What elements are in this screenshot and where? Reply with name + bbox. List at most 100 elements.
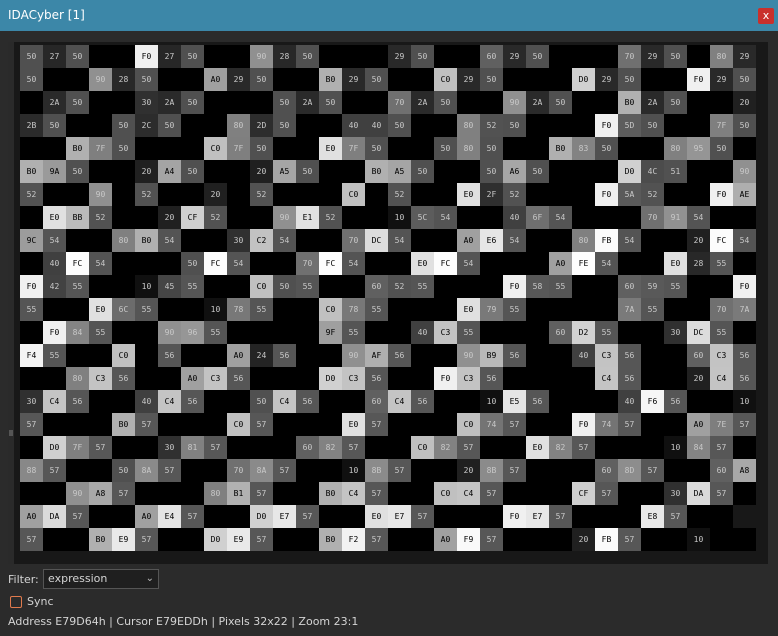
byte-cell[interactable]: C0 bbox=[342, 183, 365, 206]
byte-cell[interactable]: A0 bbox=[227, 344, 250, 367]
byte-cell[interactable]: E8 bbox=[641, 505, 664, 528]
byte-cell[interactable]: F4 bbox=[20, 344, 43, 367]
byte-cell[interactable] bbox=[112, 206, 135, 229]
byte-cell[interactable] bbox=[204, 344, 227, 367]
byte-cell[interactable]: 57 bbox=[618, 528, 641, 551]
byte-cell[interactable] bbox=[526, 183, 549, 206]
byte-cell[interactable]: 55 bbox=[89, 321, 112, 344]
byte-cell[interactable]: E0 bbox=[43, 206, 66, 229]
byte-cell[interactable] bbox=[227, 321, 250, 344]
byte-cell[interactable]: 40 bbox=[572, 344, 595, 367]
byte-cell[interactable]: B0 bbox=[135, 229, 158, 252]
byte-cell[interactable] bbox=[618, 505, 641, 528]
byte-cell[interactable]: 28 bbox=[687, 252, 710, 275]
byte-cell[interactable]: 55 bbox=[457, 321, 480, 344]
byte-cell[interactable] bbox=[572, 160, 595, 183]
byte-cell[interactable]: A4 bbox=[158, 160, 181, 183]
byte-cell[interactable] bbox=[204, 413, 227, 436]
byte-cell[interactable] bbox=[66, 298, 89, 321]
byte-cell[interactable] bbox=[296, 344, 319, 367]
byte-cell[interactable]: A0 bbox=[135, 505, 158, 528]
byte-cell[interactable]: F0 bbox=[595, 114, 618, 137]
byte-cell[interactable]: 54 bbox=[89, 252, 112, 275]
byte-cell[interactable]: 52 bbox=[250, 183, 273, 206]
byte-cell[interactable]: 52 bbox=[388, 183, 411, 206]
byte-cell[interactable]: 56 bbox=[158, 344, 181, 367]
byte-cell[interactable]: 20 bbox=[687, 367, 710, 390]
byte-cell[interactable]: 57 bbox=[20, 528, 43, 551]
byte-cell[interactable] bbox=[135, 206, 158, 229]
byte-cell[interactable]: B1 bbox=[227, 482, 250, 505]
byte-cell[interactable] bbox=[20, 436, 43, 459]
byte-cell[interactable]: C4 bbox=[158, 390, 181, 413]
byte-cell[interactable] bbox=[365, 252, 388, 275]
byte-cell[interactable]: 29 bbox=[342, 68, 365, 91]
byte-cell[interactable] bbox=[89, 413, 112, 436]
byte-cell[interactable]: 57 bbox=[411, 505, 434, 528]
byte-cell[interactable]: 57 bbox=[480, 482, 503, 505]
byte-cell[interactable] bbox=[181, 137, 204, 160]
byte-cell[interactable] bbox=[572, 390, 595, 413]
byte-cell[interactable] bbox=[20, 367, 43, 390]
byte-cell[interactable] bbox=[158, 298, 181, 321]
byte-cell[interactable] bbox=[572, 459, 595, 482]
byte-cell[interactable]: 2A bbox=[296, 91, 319, 114]
byte-cell[interactable] bbox=[43, 298, 66, 321]
byte-cell[interactable] bbox=[710, 275, 733, 298]
byte-cell[interactable] bbox=[641, 229, 664, 252]
byte-cell[interactable]: 50 bbox=[296, 45, 319, 68]
byte-cell[interactable]: 90 bbox=[89, 183, 112, 206]
byte-cell[interactable] bbox=[641, 413, 664, 436]
byte-cell[interactable]: C3 bbox=[342, 367, 365, 390]
byte-cell[interactable] bbox=[641, 482, 664, 505]
byte-cell[interactable] bbox=[388, 298, 411, 321]
byte-cell[interactable]: D0 bbox=[204, 528, 227, 551]
byte-cell[interactable] bbox=[411, 114, 434, 137]
byte-cell[interactable]: 10 bbox=[687, 528, 710, 551]
byte-cell[interactable] bbox=[204, 45, 227, 68]
byte-cell[interactable]: 52 bbox=[503, 183, 526, 206]
byte-cell[interactable] bbox=[342, 505, 365, 528]
byte-cell[interactable] bbox=[664, 344, 687, 367]
byte-cell[interactable]: C4 bbox=[595, 367, 618, 390]
byte-cell[interactable]: 55 bbox=[710, 321, 733, 344]
byte-cell[interactable]: 54 bbox=[388, 229, 411, 252]
byte-cell[interactable]: CF bbox=[181, 206, 204, 229]
byte-cell[interactable] bbox=[204, 459, 227, 482]
byte-cell[interactable]: 40 bbox=[342, 114, 365, 137]
byte-cell[interactable]: A0 bbox=[181, 367, 204, 390]
byte-cell[interactable] bbox=[687, 298, 710, 321]
byte-cell[interactable]: B0 bbox=[549, 137, 572, 160]
byte-cell[interactable] bbox=[733, 206, 756, 229]
byte-cell[interactable] bbox=[664, 413, 687, 436]
byte-cell[interactable] bbox=[388, 137, 411, 160]
byte-cell[interactable]: 50 bbox=[273, 275, 296, 298]
byte-cell[interactable] bbox=[365, 206, 388, 229]
byte-cell[interactable]: 55 bbox=[641, 298, 664, 321]
byte-cell[interactable]: 57 bbox=[181, 505, 204, 528]
byte-cell[interactable] bbox=[135, 344, 158, 367]
byte-cell[interactable] bbox=[664, 298, 687, 321]
byte-cell[interactable]: 50 bbox=[641, 114, 664, 137]
byte-cell[interactable] bbox=[296, 298, 319, 321]
pixel-grid[interactable]: 50 27 50 F0 27 50 90 28 50 29 50 60 29 50 70 29 50 80 29 50… bbox=[20, 45, 756, 551]
byte-cell[interactable]: 55 bbox=[365, 298, 388, 321]
byte-cell[interactable] bbox=[457, 91, 480, 114]
byte-cell[interactable]: B0 bbox=[20, 160, 43, 183]
byte-cell[interactable] bbox=[595, 436, 618, 459]
byte-cell[interactable]: 5D bbox=[618, 114, 641, 137]
byte-cell[interactable]: D2 bbox=[572, 321, 595, 344]
byte-cell[interactable]: E6 bbox=[480, 229, 503, 252]
byte-cell[interactable]: F0 bbox=[135, 45, 158, 68]
byte-cell[interactable] bbox=[66, 183, 89, 206]
byte-cell[interactable]: 50 bbox=[411, 45, 434, 68]
byte-cell[interactable]: 57 bbox=[503, 459, 526, 482]
byte-cell[interactable]: 81 bbox=[181, 436, 204, 459]
byte-cell[interactable]: 57 bbox=[135, 413, 158, 436]
byte-cell[interactable]: 56 bbox=[618, 344, 641, 367]
byte-cell[interactable]: 80 bbox=[572, 229, 595, 252]
byte-cell[interactable]: AE bbox=[733, 183, 756, 206]
byte-cell[interactable] bbox=[733, 321, 756, 344]
byte-cell[interactable]: 80 bbox=[457, 137, 480, 160]
byte-cell[interactable] bbox=[342, 45, 365, 68]
